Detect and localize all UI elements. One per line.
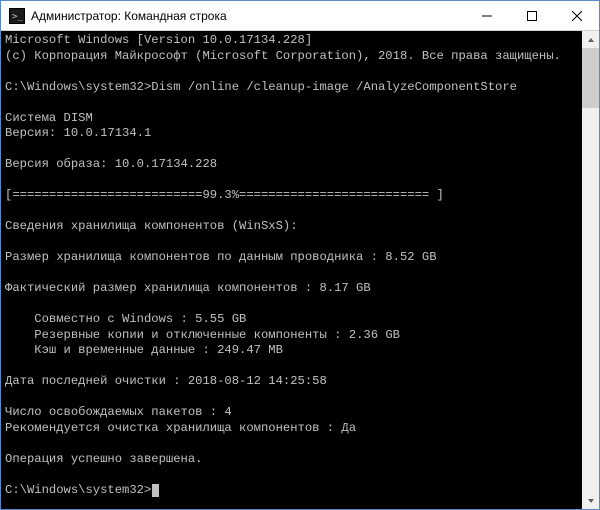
scroll-up-button[interactable]: [582, 31, 599, 48]
maximize-button[interactable]: [509, 1, 554, 30]
line: Операция успешно завершена.: [5, 452, 202, 466]
scroll-track[interactable]: [582, 48, 599, 492]
prompt-path: C:\Windows\system32>: [5, 483, 151, 497]
console-area: Microsoft Windows [Version 10.0.17134.22…: [1, 31, 599, 509]
line: Дата последней очистки : 2018-08-12 14:2…: [5, 374, 327, 388]
prompt-path: C:\Windows\system32>: [5, 80, 151, 94]
titlebar[interactable]: >_ Администратор: Командная строка: [1, 1, 599, 31]
svg-text:>_: >_: [12, 12, 23, 22]
line: Microsoft Windows [Version 10.0.17134.22…: [5, 33, 312, 47]
scroll-thumb[interactable]: [582, 48, 599, 108]
vertical-scrollbar[interactable]: [582, 31, 599, 509]
line: Версия: 10.0.17134.1: [5, 126, 151, 140]
text-cursor: [152, 484, 159, 497]
line: Размер хранилища компонентов по данным п…: [5, 250, 437, 264]
cmd-icon: >_: [9, 8, 25, 24]
window-title: Администратор: Командная строка: [31, 9, 227, 23]
line: Совместно с Windows : 5.55 GB: [5, 312, 246, 326]
minimize-button[interactable]: [464, 1, 509, 30]
line: Сведения хранилища компонентов (WinSxS):: [5, 219, 298, 233]
command-text: Dism /online /cleanup-image /AnalyzeComp…: [151, 80, 517, 94]
scroll-down-button[interactable]: [582, 492, 599, 509]
line: Фактический размер хранилища компонентов…: [5, 281, 371, 295]
console-output[interactable]: Microsoft Windows [Version 10.0.17134.22…: [1, 31, 582, 509]
line: Число освобождаемых пакетов : 4: [5, 405, 232, 419]
line: Версия образа: 10.0.17134.228: [5, 157, 217, 171]
progress-bar: [==========================99.3%========…: [5, 188, 444, 202]
line: Cистема DISM: [5, 111, 93, 125]
line: Резервные копии и отключенные компоненты…: [5, 328, 400, 342]
line: (c) Корпорация Майкрософт (Microsoft Cor…: [5, 49, 561, 63]
line: Рекомендуется очистка хранилища компонен…: [5, 421, 356, 435]
command-prompt-window: >_ Администратор: Командная строка Micro…: [0, 0, 600, 510]
close-button[interactable]: [554, 1, 599, 30]
line: Кэш и временные данные : 249.47 MB: [5, 343, 283, 357]
